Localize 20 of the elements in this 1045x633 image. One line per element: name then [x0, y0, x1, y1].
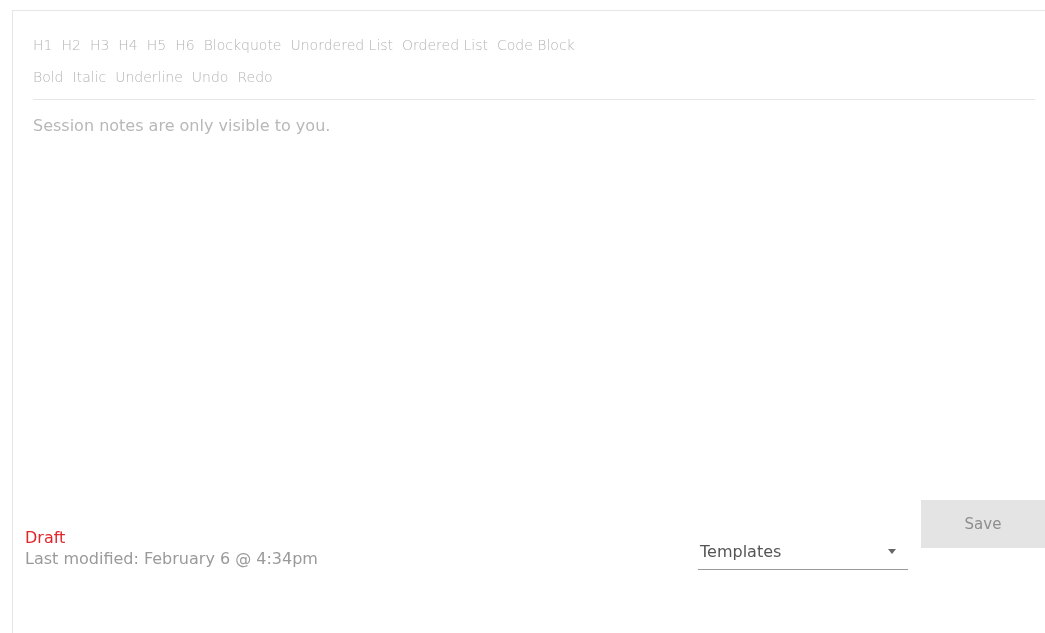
toolbar-button[interactable]: Bold [33, 69, 64, 85]
toolbar-button[interactable]: Blockquote [203, 37, 282, 53]
toolbar-button[interactable]: Undo [191, 69, 229, 85]
toolbar-button[interactable]: Unordered List [290, 37, 394, 53]
toolbar-button[interactable]: Code Block [496, 37, 575, 53]
last-modified-text: Last modified: February 6 @ 4:34pm [25, 549, 319, 568]
toolbar-button[interactable]: Underline [115, 69, 183, 85]
toolbar-button[interactable]: H3 [89, 37, 110, 53]
toolbar-button[interactable]: H4 [118, 37, 138, 53]
notes-editor[interactable]: Session notes are only visible to you. [33, 116, 1033, 135]
toolbar-button[interactable]: H2 [61, 37, 81, 53]
toolbar-button[interactable]: H5 [146, 37, 167, 53]
toolbar-button[interactable]: Italic [72, 69, 107, 85]
draft-status: Draft [25, 528, 67, 547]
toolbar-button[interactable]: Ordered List [402, 37, 488, 53]
templates-dropdown[interactable]: Templates [698, 538, 908, 570]
toolbar-button[interactable]: Redo [237, 69, 273, 85]
toolbar-button[interactable]: H6 [175, 37, 195, 53]
toolbar-button[interactable]: H1 [33, 37, 53, 53]
caret-icon [888, 549, 896, 554]
